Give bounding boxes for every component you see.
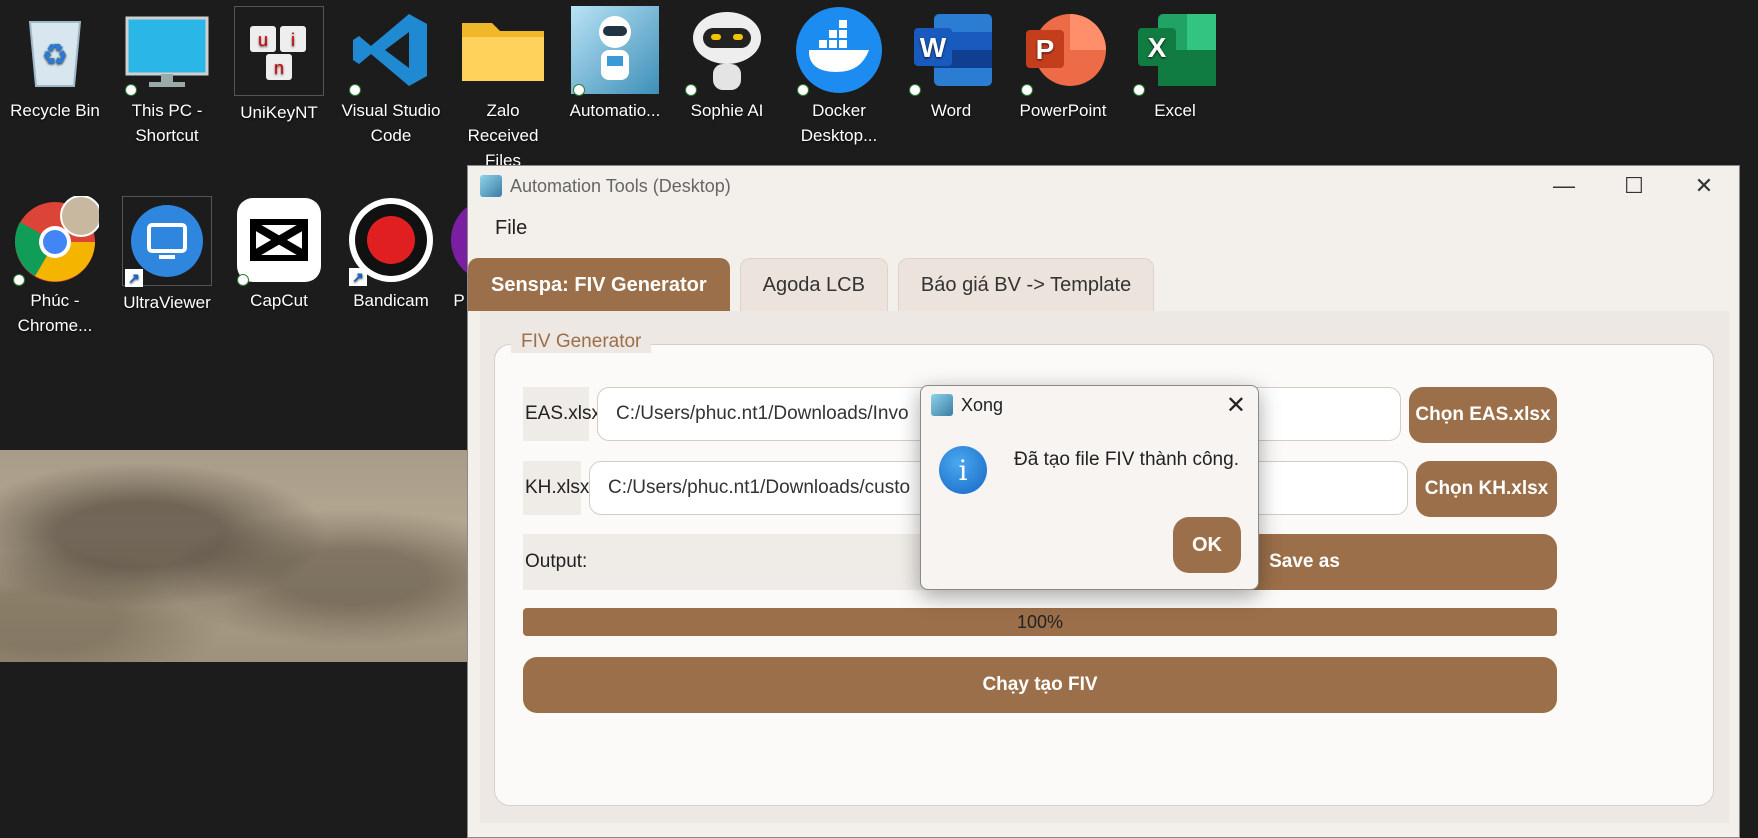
close-button[interactable]: ✕: [1669, 166, 1739, 206]
desktop-icon-powerpoint[interactable]: P PowerPoint: [1009, 0, 1117, 123]
sync-status-icon: [125, 84, 137, 96]
robot-icon: [571, 6, 659, 96]
desktop-icon-zalo-files[interactable]: Zalo Received Files: [449, 0, 557, 173]
sync-status-icon: [237, 274, 249, 286]
info-icon: i: [939, 446, 987, 494]
sync-status-icon: [685, 84, 697, 96]
folder-icon: [459, 6, 547, 94]
desktop-icon-docker[interactable]: Docker Desktop...: [785, 0, 893, 148]
robot-head-icon: [683, 6, 771, 96]
vscode-icon: [347, 6, 435, 96]
desktop-icon-recycle-bin[interactable]: ♻ Recycle Bin: [1, 0, 109, 123]
svg-text:W: W: [920, 32, 947, 63]
tab-senspa-fiv-generator[interactable]: Senspa: FIV Generator: [468, 258, 730, 311]
tab-agoda-lcb[interactable]: Agoda LCB: [739, 258, 888, 311]
svg-text:u: u: [258, 30, 268, 50]
desktop-wallpaper: [0, 450, 470, 662]
monitor-icon: [123, 6, 211, 96]
eas-label: EAS.xlsx:: [523, 387, 606, 441]
window-titlebar: Automation Tools (Desktop) — ☐ ✕: [468, 166, 1739, 206]
maximize-button[interactable]: ☐: [1599, 166, 1669, 206]
desktop-icon-unikey[interactable]: uin UniKeyNT: [225, 0, 333, 125]
success-dialog: Xong ✕ i Đã tạo file FIV thành công. OK: [920, 385, 1259, 590]
desktop-icon-excel[interactable]: X Excel: [1121, 0, 1229, 123]
svg-text:i: i: [291, 30, 295, 50]
desktop-icon-sophie-ai[interactable]: Sophie AI: [673, 0, 781, 123]
dialog-close-button[interactable]: ✕: [1226, 391, 1246, 420]
menu-file[interactable]: File: [495, 217, 527, 240]
progress-text: 100%: [1016, 611, 1064, 632]
sync-status-icon: [909, 84, 921, 96]
ok-button[interactable]: OK: [1173, 517, 1241, 573]
sync-status-icon: [1021, 84, 1033, 96]
bandicam-icon: ↗: [347, 196, 435, 286]
excel-icon: X: [1131, 6, 1219, 96]
sync-status-icon: [573, 84, 585, 96]
recycle-bin-icon: ♻: [11, 6, 99, 94]
word-icon: W: [907, 6, 995, 96]
powerpoint-icon: P: [1019, 6, 1107, 96]
sync-status-icon: [1133, 84, 1145, 96]
shortcut-arrow-icon: ↗: [349, 268, 367, 286]
desktop-icon-this-pc[interactable]: This PC - Shortcut: [113, 0, 221, 148]
tab-bar: Senspa: FIV Generator Agoda LCB Báo giá …: [468, 258, 1155, 311]
svg-text:♻: ♻: [42, 39, 69, 72]
dialog-titlebar: Xong ✕: [921, 386, 1258, 424]
choose-kh-button[interactable]: Chọn KH.xlsx: [1416, 461, 1557, 517]
progress-bar: 100%: [523, 608, 1557, 636]
chrome-icon: [11, 196, 99, 286]
group-title: FIV Generator: [511, 331, 652, 353]
desktop-icon-capcut[interactable]: CapCut: [225, 190, 333, 313]
sync-status-icon: [13, 274, 25, 286]
shortcut-arrow-icon: ↗: [125, 269, 143, 287]
dialog-title: Xong: [961, 394, 1004, 415]
tab-bao-gia-bv-template[interactable]: Báo giá BV -> Template: [897, 258, 1155, 311]
run-fiv-button[interactable]: Chạy tạo FIV: [523, 657, 1557, 713]
desktop-icon-vscode[interactable]: Visual Studio Code: [337, 0, 445, 148]
app-icon: [931, 394, 953, 416]
desktop-icon-partial[interactable]: P: [449, 190, 469, 313]
unikey-icon: u in: [234, 6, 324, 96]
app-icon: [480, 175, 502, 197]
docker-icon: [795, 6, 883, 96]
desktop-icon-automation[interactable]: Automatio...: [561, 0, 669, 123]
svg-text:n: n: [274, 58, 284, 78]
ultraviewer-icon: ↗: [122, 196, 212, 287]
desktop-icon-bandicam[interactable]: ↗ Bandicam: [337, 190, 445, 313]
sync-status-icon: [349, 84, 361, 96]
minimize-button[interactable]: —: [1529, 166, 1599, 206]
desktop-icon-chrome[interactable]: Phúc - Chrome...: [1, 190, 109, 338]
menubar: File: [468, 206, 1739, 250]
sync-status-icon: [797, 84, 809, 96]
svg-text:X: X: [1148, 32, 1167, 63]
capcut-icon: [235, 196, 323, 286]
window-title: Automation Tools (Desktop): [510, 175, 731, 196]
dialog-message: Đã tạo file FIV thành công.: [1014, 449, 1239, 470]
choose-eas-button[interactable]: Chọn EAS.xlsx: [1409, 387, 1557, 443]
svg-text:P: P: [1036, 34, 1055, 65]
kh-label: KH.xlsx:: [523, 461, 595, 515]
app-icon: [449, 196, 469, 284]
desktop-icon-word[interactable]: W Word: [897, 0, 1005, 123]
desktop-icon-ultraviewer[interactable]: ↗ UltraViewer: [113, 190, 221, 315]
